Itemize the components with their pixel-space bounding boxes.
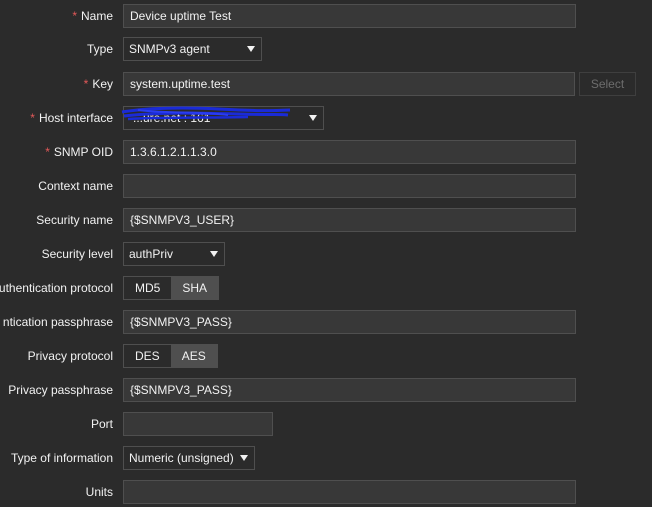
- units-label: Units: [85, 485, 113, 499]
- auth-protocol-label: uthentication protocol: [0, 281, 113, 295]
- row-type-of-information: Type of information Numeric (unsigned): [0, 446, 652, 470]
- item-form: * Name Device uptime Test Type SNMPv3 age…: [0, 0, 652, 507]
- key-input[interactable]: system.uptime.test: [123, 72, 575, 96]
- security-level-value: authPriv: [129, 247, 174, 261]
- port-label: Port: [90, 417, 113, 431]
- row-auth-passphrase: ntication passphrase {$SNMPV3_PASS}: [0, 310, 652, 334]
- context-name-input[interactable]: [123, 174, 576, 198]
- type-select[interactable]: SNMPv3 agent: [123, 37, 262, 61]
- type-of-information-label: Type of information: [10, 451, 113, 465]
- name-label: * Name: [72, 4, 113, 28]
- auth-passphrase-input[interactable]: {$SNMPV3_PASS}: [123, 310, 576, 334]
- row-auth-protocol: uthentication protocol MD5 SHA: [0, 276, 652, 300]
- name-label-text: Name: [80, 9, 113, 23]
- row-key: * Key system.uptime.test Select: [0, 72, 652, 96]
- chevron-down-icon: [309, 115, 317, 121]
- context-name-label: Context name: [38, 179, 113, 193]
- row-security-name: Security name {$SNMPV3_USER}: [0, 208, 652, 232]
- row-privacy-passphrase: Privacy passphrase {$SNMPV3_PASS}: [0, 378, 652, 402]
- name-input[interactable]: Device uptime Test: [123, 4, 576, 28]
- snmp-oid-label: * SNMP OID: [45, 140, 113, 164]
- row-privacy-protocol: Privacy protocol DES AES: [0, 344, 652, 368]
- privacy-protocol-aes[interactable]: AES: [170, 345, 217, 367]
- type-of-information-value: Numeric (unsigned): [129, 451, 234, 465]
- security-level-select[interactable]: authPriv: [123, 242, 225, 266]
- host-interface-select[interactable]: ...ure.net : 161: [123, 106, 324, 130]
- type-of-information-select[interactable]: Numeric (unsigned): [123, 446, 255, 470]
- row-host-interface: * Host interface ...ure.net : 161: [0, 106, 652, 130]
- required-marker: *: [83, 77, 89, 91]
- port-input[interactable]: [123, 412, 273, 436]
- type-select-value: SNMPv3 agent: [129, 42, 210, 56]
- privacy-passphrase-input[interactable]: {$SNMPV3_PASS}: [123, 378, 576, 402]
- auth-passphrase-label: ntication passphrase: [2, 315, 113, 329]
- required-marker: *: [45, 145, 50, 159]
- required-marker: *: [72, 9, 77, 23]
- host-interface-label: * Host interface: [30, 106, 113, 130]
- auth-protocol-sha[interactable]: SHA: [171, 277, 219, 299]
- row-units: Units: [0, 480, 652, 504]
- row-type: Type SNMPv3 agent: [0, 37, 652, 61]
- auth-protocol-md5[interactable]: MD5: [124, 277, 171, 299]
- row-context-name: Context name: [0, 174, 652, 198]
- row-security-level: Security level authPriv: [0, 242, 652, 266]
- snmp-oid-label-text: SNMP OID: [53, 145, 113, 159]
- host-interface-value: ...ure.net : 161: [133, 111, 211, 125]
- security-name-label: Security name: [36, 213, 113, 227]
- privacy-protocol-label: Privacy protocol: [27, 349, 113, 363]
- type-label: Type: [86, 42, 113, 56]
- security-level-label: Security level: [41, 247, 113, 261]
- snmp-oid-input[interactable]: 1.3.6.1.2.1.1.3.0: [123, 140, 576, 164]
- chevron-down-icon: [240, 455, 248, 461]
- units-input[interactable]: [123, 480, 576, 504]
- privacy-protocol-des[interactable]: DES: [124, 345, 171, 367]
- privacy-protocol-toggle: DES AES: [123, 344, 218, 368]
- auth-protocol-toggle: MD5 SHA: [123, 276, 220, 300]
- key-select-button[interactable]: Select: [579, 72, 636, 96]
- chevron-down-icon: [247, 46, 255, 52]
- required-marker: *: [30, 111, 35, 125]
- security-name-input[interactable]: {$SNMPV3_USER}: [123, 208, 576, 232]
- row-name: * Name Device uptime Test: [0, 4, 652, 28]
- host-interface-label-text: Host interface: [38, 111, 113, 125]
- row-port: Port: [0, 412, 652, 436]
- privacy-passphrase-label: Privacy passphrase: [8, 383, 113, 397]
- key-label-text: Key: [92, 77, 113, 91]
- row-snmp-oid: * SNMP OID 1.3.6.1.2.1.1.3.0: [0, 140, 652, 164]
- chevron-down-icon: [210, 251, 218, 257]
- key-label: * Key: [84, 72, 113, 96]
